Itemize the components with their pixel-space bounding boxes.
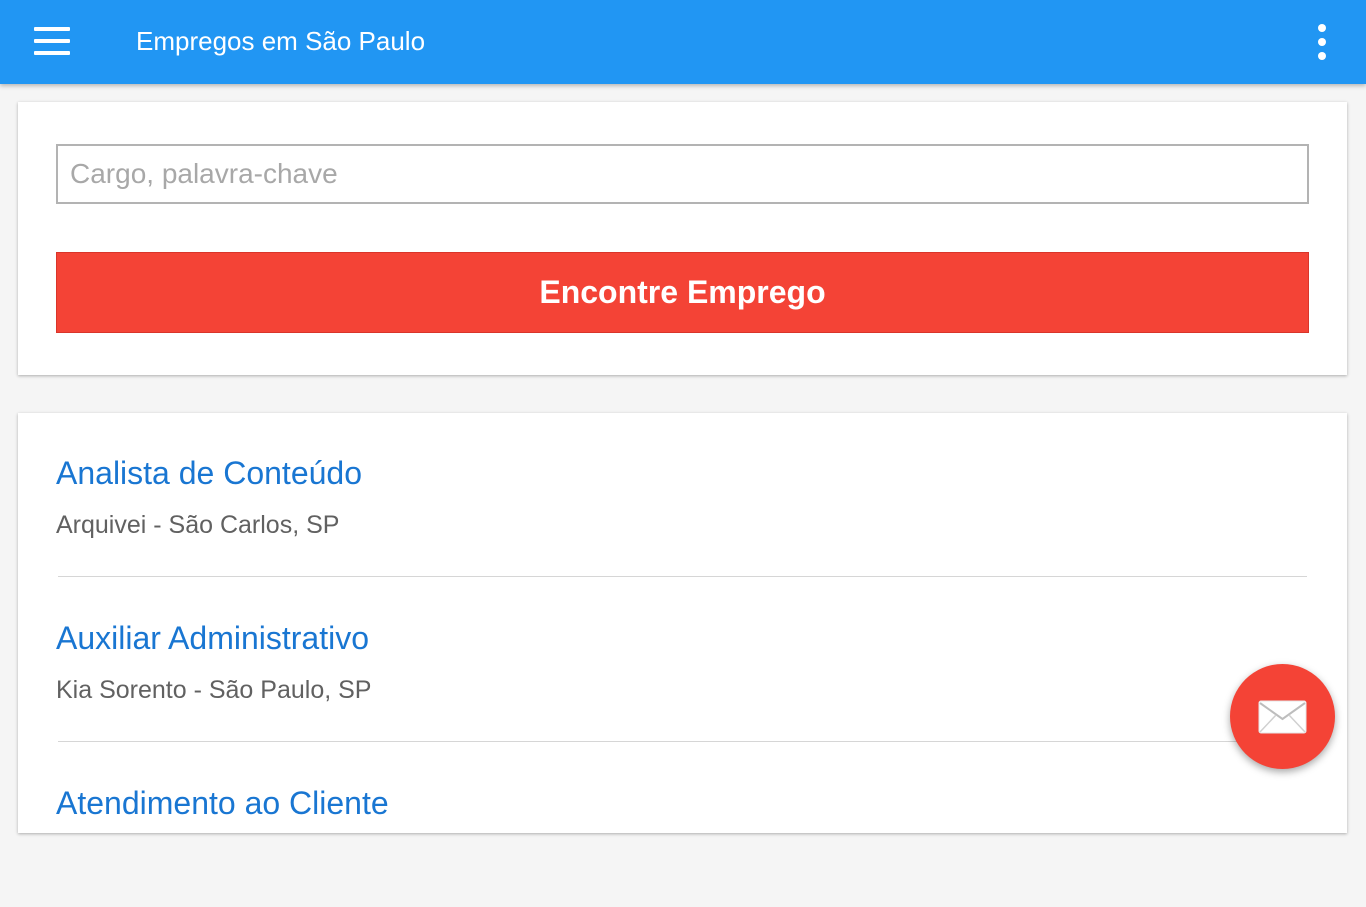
- divider: [58, 576, 1307, 577]
- divider: [58, 741, 1307, 742]
- find-job-button[interactable]: Encontre Emprego: [56, 252, 1309, 333]
- menu-button[interactable]: [22, 14, 82, 70]
- email-fab-button[interactable]: [1230, 664, 1335, 769]
- app-title: Empregos em São Paulo: [136, 26, 426, 56]
- job-list: Analista de Conteúdo Arquivei - São Carl…: [18, 413, 1347, 833]
- search-input[interactable]: [56, 144, 1309, 204]
- job-list-item[interactable]: Auxiliar Administrativo Kia Sorento - Sã…: [56, 578, 1308, 742]
- job-list-item[interactable]: Atendimento ao Cliente: [56, 743, 1308, 907]
- job-company-location: Kia Sorento - São Paulo, SP: [56, 676, 372, 704]
- mail-icon: [1258, 700, 1307, 734]
- search-card: Encontre Emprego: [18, 102, 1347, 375]
- overflow-menu-button[interactable]: [1298, 18, 1346, 66]
- job-list-item[interactable]: Analista de Conteúdo Arquivei - São Carl…: [56, 413, 1308, 577]
- job-title[interactable]: Auxiliar Administrativo: [56, 618, 369, 658]
- job-title[interactable]: Atendimento ao Cliente: [56, 783, 389, 823]
- job-company-location: Arquivei - São Carlos, SP: [56, 511, 340, 539]
- app-bar: Empregos em São Paulo: [0, 0, 1366, 84]
- job-title[interactable]: Analista de Conteúdo: [56, 453, 362, 493]
